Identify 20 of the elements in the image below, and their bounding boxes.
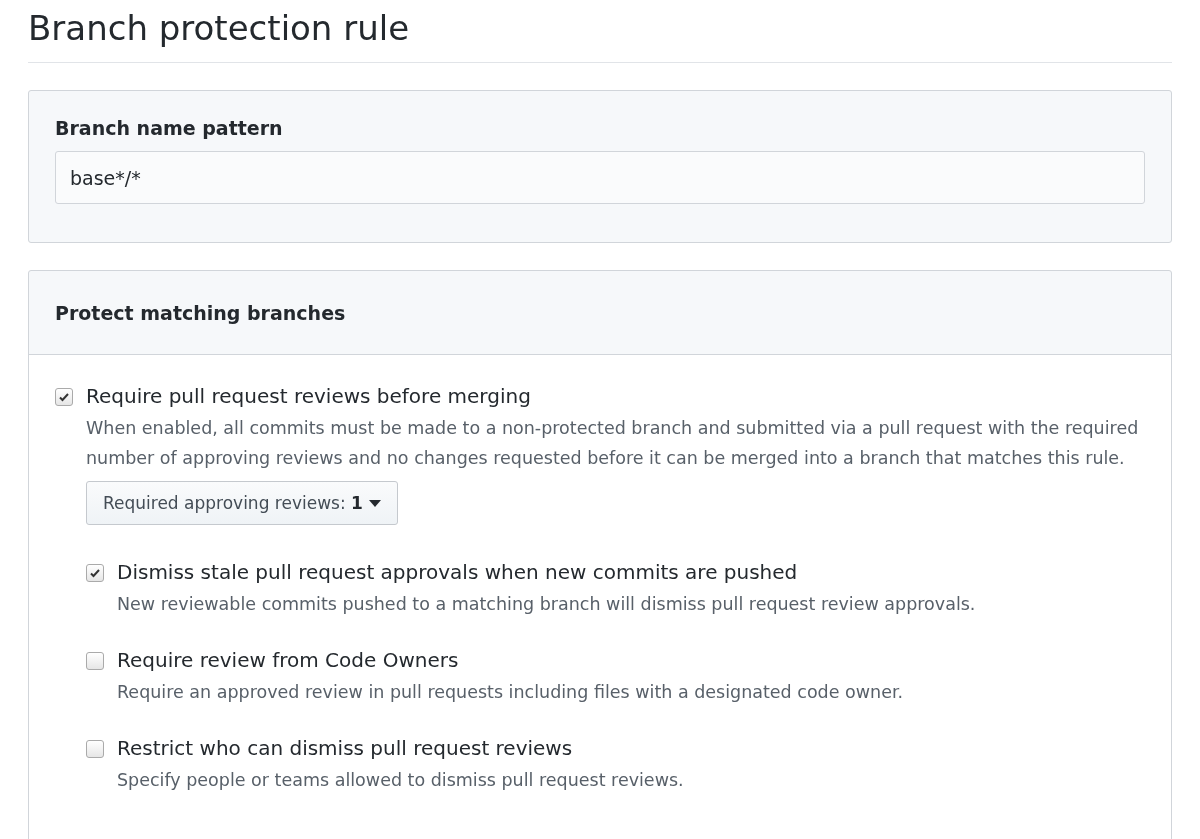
checkbox[interactable] bbox=[86, 652, 104, 670]
pattern-field[interactable]: base*/* bbox=[55, 151, 1145, 204]
checkbox[interactable] bbox=[86, 740, 104, 758]
option-label: Require pull request reviews before merging bbox=[86, 383, 532, 409]
reviews-dropdown[interactable]: Required approving reviews: 1 bbox=[86, 481, 398, 525]
option-description: Specify people or teams allowed to dismiss pull request reviews. bbox=[117, 769, 685, 792]
option-label: Dismiss stale pull request approvals when new commits are pushed bbox=[117, 559, 799, 585]
checkmark-icon bbox=[89, 567, 101, 579]
panel-heading: Protect matching branches bbox=[55, 301, 346, 324]
checkbox[interactable] bbox=[55, 388, 73, 406]
field-label: Branch name pattern bbox=[55, 117, 284, 139]
option-description: Require an approved review in pull requests including files with a designated code owner. bbox=[117, 681, 905, 704]
option-label: Require review from Code Owners bbox=[117, 647, 460, 673]
caret-icon bbox=[368, 499, 381, 507]
option-description: When enabled, all commits must be made to a non-protected branch and submitted via a pull request with the required number of approving reviews and no changes requested before it can be merged into a branch that matches this rule. bbox=[86, 417, 1140, 470]
checkmark-icon bbox=[58, 391, 70, 403]
option-description: New reviewable commits pushed to a matching branch will dismiss pull request review approvals. bbox=[117, 593, 977, 616]
option-label: Restrict who can dismiss pull request reviews bbox=[117, 735, 574, 761]
checkbox[interactable] bbox=[86, 564, 104, 582]
page-title: Branch protection rule bbox=[28, 0, 1172, 63]
